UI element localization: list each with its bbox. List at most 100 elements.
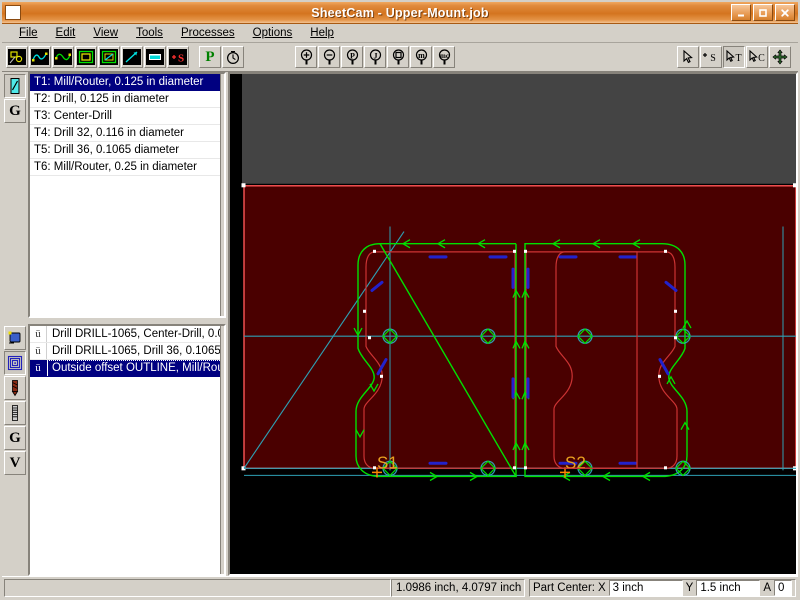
list-item[interactable]: T5: Drill 36, 0.1065 diameter (30, 142, 224, 159)
operation-check-icon: ü (30, 326, 47, 342)
svg-text:J: J (373, 51, 377, 60)
tool-list-items: T1: Mill/Router, 0.125 in diameter T2: D… (30, 74, 224, 176)
part-icon[interactable] (4, 326, 26, 350)
pocket-spiral-icon[interactable] (4, 351, 26, 375)
menu-label-edit: Edit (55, 27, 76, 39)
minimize-button[interactable] (731, 4, 751, 21)
title-bar: SheetCam - Upper-Mount.job (2, 2, 798, 24)
operations-panel: G V ü Drill DRILL-1065, Center-Drill, 0.… (2, 324, 228, 576)
operation-list-items: ü Drill DRILL-1065, Center-Drill, 0.02 ü… (30, 326, 224, 377)
tap-icon[interactable] (4, 401, 26, 425)
rectangle-diagonal-icon[interactable] (98, 46, 120, 68)
gcode-glyph: G (9, 429, 21, 446)
menu-item-tools[interactable]: Tools (127, 26, 172, 40)
operations-side-toolbar: G V (2, 324, 28, 576)
zoom-in-icon[interactable] (295, 46, 317, 68)
tool-table-icon[interactable] (4, 74, 26, 98)
a-label: A (763, 581, 771, 594)
app-icon[interactable] (5, 5, 21, 20)
vcarve-icon[interactable]: V (4, 451, 26, 475)
menu-label-options: Options (252, 27, 293, 39)
drill-bit-icon[interactable] (4, 376, 26, 400)
zoom-job-icon[interactable]: J (364, 46, 386, 68)
menu-bar: File Edit View Tools Processes Options H… (2, 24, 798, 43)
close-button[interactable] (775, 4, 795, 21)
y-input[interactable]: 1.5 inch (696, 579, 761, 596)
vcarve-glyph: V (9, 454, 21, 471)
select-text-icon[interactable]: T (723, 46, 745, 68)
clock-icon[interactable] (222, 46, 244, 68)
menu-item-file[interactable]: File (10, 26, 47, 40)
list-item[interactable]: ü Drill DRILL-1065, Drill 36, 0.1065 d (30, 343, 224, 360)
maximize-button[interactable] (753, 4, 773, 21)
post-process-icon[interactable]: P (199, 46, 221, 68)
main-body: G T1: Mill/Router, 0.125 in diameter T2:… (2, 72, 798, 576)
tools-side-toolbar: G (2, 72, 28, 318)
canvas-svg-right: S3 S4 (553, 251, 638, 469)
tools-panel: G T1: Mill/Router, 0.125 in diameter T2:… (2, 72, 228, 318)
post-process-glyph: P (205, 48, 215, 65)
status-coordinates: 1.0986 inch, 4.0797 inch (390, 578, 525, 597)
operation-label: Outside offset OUTLINE, Mill/Rou (47, 360, 224, 376)
list-item[interactable]: T2: Drill, 0.125 in diameter (30, 91, 224, 108)
operation-check-icon: ü (30, 360, 47, 376)
gcode-glyph: G (9, 102, 21, 119)
fill-rect-icon[interactable] (144, 46, 166, 68)
toolbar-zoom-group: P J m mc (295, 46, 456, 68)
list-item[interactable]: ü Drill DRILL-1065, Center-Drill, 0.02 (30, 326, 224, 343)
list-item[interactable]: T6: Mill/Router, 0.25 in diameter (30, 159, 224, 176)
add-s-icon[interactable]: S (167, 46, 189, 68)
toolbar-post-group: P (199, 46, 245, 68)
svg-text:S: S (178, 53, 184, 65)
part-geometry-2 (553, 251, 638, 469)
arrow-line-icon[interactable] (121, 46, 143, 68)
zoom-part-icon[interactable]: P (341, 46, 363, 68)
zoom-extents-icon[interactable] (387, 46, 409, 68)
drawing-canvas[interactable]: S1 S2 (228, 72, 798, 576)
operation-list[interactable]: ü Drill DRILL-1065, Center-Drill, 0.02 ü… (28, 324, 226, 576)
gcode-icon[interactable]: G (4, 99, 26, 123)
operation-check-icon: ü (30, 343, 47, 359)
zoom-machine-icon[interactable]: mc (433, 46, 455, 68)
menu-label-view: View (93, 27, 119, 39)
tool-list[interactable]: T1: Mill/Router, 0.125 in diameter T2: D… (28, 72, 226, 318)
list-item[interactable]: T1: Mill/Router, 0.125 in diameter (30, 74, 224, 91)
add-selection-icon[interactable]: S (700, 46, 722, 68)
menu-item-options[interactable]: Options (244, 26, 302, 40)
menu-item-edit[interactable]: Edit (47, 26, 85, 40)
menu-item-processes[interactable]: Processes (172, 26, 244, 40)
status-bar: 1.0986 inch, 4.0797 inch Part Center: X … (2, 576, 798, 598)
gcode-icon[interactable]: G (4, 426, 26, 450)
operation-label: Drill DRILL-1065, Drill 36, 0.1065 d (47, 343, 224, 359)
menu-label-processes: Processes (180, 27, 235, 39)
x-input[interactable]: 3 inch (608, 579, 683, 596)
zoom-out-icon[interactable] (318, 46, 340, 68)
pan-move-icon[interactable] (769, 46, 791, 68)
list-item[interactable]: ü Outside offset OUTLINE, Mill/Rou (30, 360, 224, 377)
part-center-group: Part Center: X 3 inch Y 1.5 inch A 0 (528, 578, 796, 597)
rectangle-icon[interactable] (75, 46, 97, 68)
select-arrow-icon[interactable] (677, 46, 699, 68)
operation-list-scrollbar[interactable] (220, 326, 224, 574)
edit-curve-icon[interactable] (52, 46, 74, 68)
menu-item-view[interactable]: View (84, 26, 127, 40)
tool-list-scrollbar[interactable] (220, 74, 224, 316)
import-curve-icon[interactable] (29, 46, 51, 68)
a-input[interactable]: 0 (774, 579, 792, 596)
left-column: G T1: Mill/Router, 0.125 in diameter T2:… (2, 72, 228, 576)
zoom-material-icon[interactable]: m (410, 46, 432, 68)
menu-label-file: File (19, 27, 38, 39)
canvas-surface[interactable]: S1 S2 (230, 74, 796, 574)
list-item[interactable]: T4: Drill 32, 0.116 in diameter (30, 125, 224, 142)
svg-text:S: S (710, 53, 716, 64)
menu-item-help[interactable]: Help (301, 26, 343, 40)
svg-text:C: C (758, 53, 765, 64)
select-contour-icon[interactable]: C (746, 46, 768, 68)
list-item[interactable]: T3: Center-Drill (30, 108, 224, 125)
new-drawing-icon[interactable] (6, 46, 28, 68)
svg-text:T: T (735, 53, 741, 64)
window-title: SheetCam - Upper-Mount.job (311, 5, 489, 20)
y-label: Y (685, 581, 694, 594)
status-message (4, 578, 391, 597)
menu-label-tools: Tools (136, 27, 163, 39)
